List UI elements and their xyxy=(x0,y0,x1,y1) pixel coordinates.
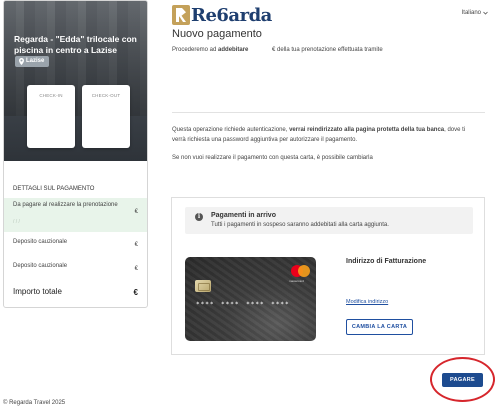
regarda-logo[interactable]: Re6arda xyxy=(172,4,272,26)
credit-card-image: mastercard **** **** **** **** xyxy=(185,257,316,341)
logo-mark-icon xyxy=(172,5,190,25)
location-label: Lazise xyxy=(26,58,45,64)
footer-copyright: © Regarda Travel 2025 xyxy=(3,400,66,406)
chevron-down-icon xyxy=(483,11,488,15)
card-chip-icon xyxy=(195,280,211,292)
mastercard-logo-icon xyxy=(291,265,310,277)
deposit-row: Deposito cauzionale € xyxy=(4,259,147,277)
mastercard-brand-text: mastercard xyxy=(289,279,305,283)
edit-address-link[interactable]: Modifica indirizzo xyxy=(346,299,388,305)
authentication-notice: Questa operazione richiede autenticazion… xyxy=(172,127,466,143)
property-title: Regarda - "Edda" trilocale con piscina i… xyxy=(14,34,137,55)
total-value: € xyxy=(133,288,138,297)
page-title: Nuovo pagamento xyxy=(172,28,262,40)
amount-due-date: / / / xyxy=(13,219,20,225)
upcoming-payments-notice: i Pagamenti in arrivo Tutti i pagamenti … xyxy=(185,207,473,234)
logo-text: Re6arda xyxy=(191,4,272,26)
booking-summary-sidebar: Regarda - "Edda" trilocale con piscina i… xyxy=(3,0,148,308)
card-number: **** **** **** **** xyxy=(196,301,290,308)
deposit-label: Deposito cauzionale xyxy=(13,239,68,245)
amount-due-label: Da pagare al realizzare la prenotazione xyxy=(13,202,118,208)
deposit-label: Deposito cauzionale xyxy=(13,263,68,269)
payment-details: DETTAGLI SUL PAGAMENTO Da pagare al real… xyxy=(4,173,147,297)
billing-address-title: Indirizzo di Fatturazione xyxy=(346,258,427,265)
amount-due-value: € xyxy=(134,209,138,215)
location-badge: Lazise xyxy=(15,56,50,67)
property-hero: Regarda - "Edda" trilocale con piscina i… xyxy=(4,1,147,161)
charge-intro-suffix: € della tua prenotazione effettuata tram… xyxy=(272,47,383,53)
charge-intro: Procederemo ad addebitare € della tua pr… xyxy=(172,47,383,53)
pay-button[interactable]: PAGARE xyxy=(442,373,483,387)
change-card-notice: Se non vuoi realizzare il pagamento con … xyxy=(172,155,373,161)
total-row: Importo totale € xyxy=(4,285,147,303)
payment-card-panel: i Pagamenti in arrivo Tutti i pagamenti … xyxy=(171,197,485,355)
checkin-box[interactable]: CHECK-IN xyxy=(27,85,75,148)
language-label: Italiano xyxy=(461,10,481,16)
notice-title: Pagamenti in arrivo xyxy=(211,212,276,219)
deposit-value: € xyxy=(134,242,138,248)
deposit-row: Deposito cauzionale € xyxy=(4,235,147,253)
checkin-label: CHECK-IN xyxy=(39,93,63,98)
map-pin-icon xyxy=(19,58,24,65)
checkout-label: CHECK-OUT xyxy=(91,93,121,98)
info-icon: i xyxy=(195,213,203,221)
checkout-box[interactable]: CHECK-OUT xyxy=(82,85,130,148)
total-label: Importo totale xyxy=(13,287,62,296)
language-selector[interactable]: Italiano xyxy=(462,10,488,16)
change-card-button[interactable]: CAMBIA LA CARTA xyxy=(346,319,413,335)
charge-intro-bold: addebitare xyxy=(218,47,249,53)
amount-due-row: Da pagare al realizzare la prenotazione … xyxy=(4,198,147,232)
deposit-value: € xyxy=(134,266,138,272)
notice-subtitle: Tutti i pagamenti in sospeso saranno add… xyxy=(211,222,389,228)
authentication-notice-bold: verrai reindirizzato alla pagina protett… xyxy=(289,127,445,133)
payment-details-title: DETTAGLI SUL PAGAMENTO xyxy=(13,186,95,192)
divider xyxy=(172,112,485,113)
